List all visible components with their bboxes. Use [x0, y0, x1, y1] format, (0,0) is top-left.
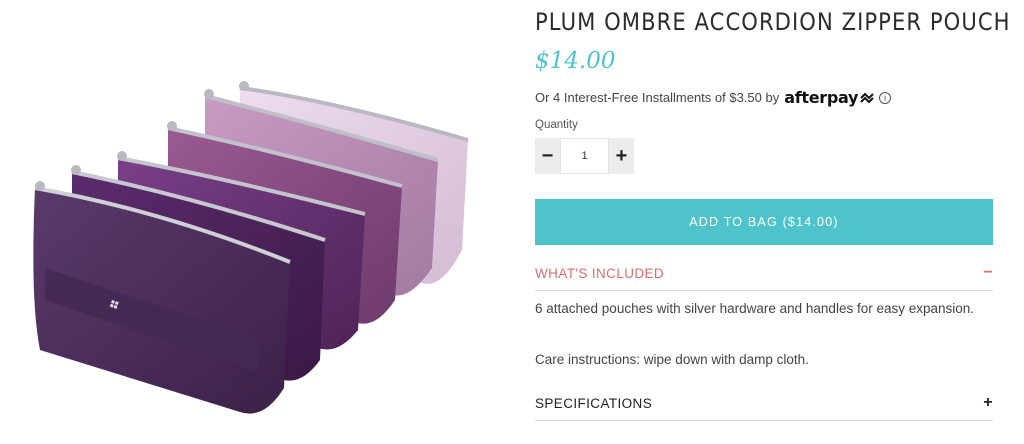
quantity-stepper: − 1 +: [535, 138, 634, 174]
add-to-bag-button[interactable]: ADD TO BAG ($14.00): [535, 199, 993, 245]
increment-button[interactable]: +: [609, 138, 634, 174]
product-title: PLUM OMBRE ACCORDION ZIPPER POUCH: [535, 8, 1011, 36]
quantity-label: Quantity: [535, 119, 578, 131]
installments-text: Or 4 Interest-Free Installments of $3.50…: [535, 90, 780, 105]
installments-line: Or 4 Interest-Free Installments of $3.50…: [535, 88, 892, 107]
care-instructions: Care instructions: wipe down with damp c…: [535, 352, 809, 367]
whats-included-title: WHAT'S INCLUDED: [535, 265, 665, 281]
quantity-input[interactable]: 1: [560, 138, 609, 174]
whats-included-header[interactable]: WHAT'S INCLUDED −: [535, 264, 993, 282]
product-price: $14.00: [535, 48, 616, 74]
product-image[interactable]: [0, 0, 500, 444]
afterpay-arrows-icon: [860, 92, 874, 103]
divider: [535, 290, 993, 291]
specifications-header[interactable]: SPECIFICATIONS +: [535, 394, 993, 412]
included-description: 6 attached pouches with silver hardware …: [535, 301, 975, 316]
info-icon[interactable]: i: [879, 91, 892, 104]
collapse-icon[interactable]: −: [983, 264, 993, 282]
decrement-button[interactable]: −: [535, 138, 560, 174]
specifications-title: SPECIFICATIONS: [535, 395, 653, 411]
afterpay-logo[interactable]: afterpay: [784, 88, 858, 107]
divider: [535, 420, 993, 421]
expand-icon[interactable]: +: [983, 394, 993, 412]
pouch-illustration: [33, 81, 469, 414]
